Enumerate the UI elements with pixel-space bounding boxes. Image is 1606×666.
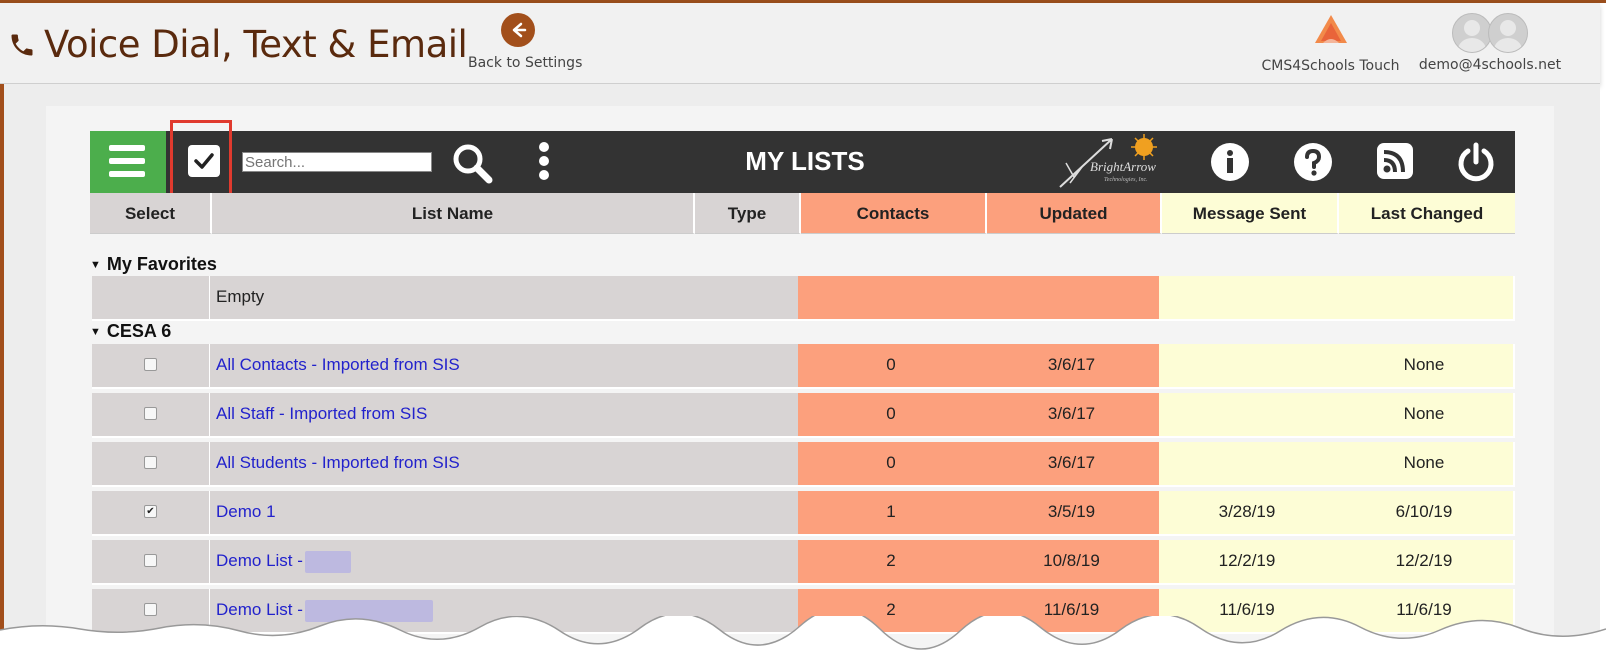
updated-date: 3/6/17 (984, 393, 1161, 438)
list-type (691, 344, 800, 389)
list-name-link[interactable]: All Staff - Imported from SIS (216, 404, 427, 423)
last-changed-date: 12/2/19 (1335, 540, 1515, 585)
cms4schools-touch-label: CMS4Schools Touch (1261, 58, 1400, 74)
contacts-count: 2 (798, 540, 986, 585)
phone-icon (11, 34, 33, 56)
contacts-count: 0 (798, 344, 986, 389)
table-row: Demo List - 2 10/8/19 12/2/19 12/2/19 (90, 540, 1515, 587)
updated-date: 3/5/19 (984, 491, 1161, 536)
caret-down-icon: ▼ (90, 259, 101, 271)
table-header: Select List Name Type Contacts Updated M… (90, 193, 1515, 235)
row-checkbox[interactable] (144, 358, 157, 372)
user-email-label: demo@4schools.net (1418, 57, 1562, 73)
row-checkbox[interactable] (144, 554, 157, 568)
cms4schools-touch-link[interactable]: CMS4Schools Touch (1258, 13, 1403, 74)
column-header-last-changed[interactable]: Last Changed (1339, 193, 1515, 234)
contacts-count: 1 (798, 491, 986, 536)
caret-down-icon: ▼ (90, 326, 101, 338)
list-type (691, 393, 800, 438)
back-to-settings-label: Back to Settings (468, 55, 583, 71)
contacts-count: 0 (798, 393, 986, 438)
avatar (1450, 13, 1530, 53)
logo-text: BrightArrow (1090, 159, 1156, 174)
table-row: ✔ Demo 1 1 3/5/19 3/28/19 6/10/19 (90, 491, 1515, 538)
updated-date: 10/8/19 (984, 540, 1161, 585)
updated-date: 3/6/17 (984, 344, 1161, 389)
list-type (691, 540, 800, 585)
row-checkbox[interactable] (144, 456, 157, 470)
hamburger-icon (109, 145, 145, 151)
cms4schools-logo-icon (1314, 15, 1347, 43)
table-row: All Students - Imported from SIS 0 3/6/1… (90, 442, 1515, 489)
list-name-link[interactable]: Demo List - (216, 551, 303, 570)
table-row: All Contacts - Imported from SIS 0 3/6/1… (90, 344, 1515, 391)
group-name: CESA 6 (106, 321, 172, 341)
help-icon[interactable] (1293, 142, 1333, 182)
search-icon[interactable] (450, 141, 494, 185)
arrow-left-icon (501, 13, 535, 47)
message-sent-date: 12/2/19 (1159, 540, 1337, 585)
last-changed-date: None (1335, 344, 1515, 389)
back-to-settings-button[interactable]: Back to Settings (468, 13, 583, 71)
message-sent-date (1159, 393, 1337, 438)
my-lists-title: MY LISTS (745, 146, 865, 176)
row-checkbox[interactable] (144, 407, 157, 421)
list-type (691, 442, 800, 487)
column-header-list-name[interactable]: List Name (212, 193, 695, 234)
group-header-cesa-6[interactable]: ▼ CESA 6 (90, 321, 171, 345)
group-header-my-favorites[interactable]: ▼ My Favorites (90, 254, 217, 278)
message-sent-date (1159, 344, 1337, 389)
redacted-text (304, 550, 351, 573)
vertical-dots-icon[interactable] (534, 141, 554, 183)
logo-subtext: Technologies, Inc. (1104, 177, 1148, 183)
updated-date: 3/6/17 (984, 442, 1161, 487)
message-sent-date (1159, 442, 1337, 487)
column-header-type[interactable]: Type (695, 193, 801, 234)
info-icon[interactable] (1210, 142, 1250, 182)
last-changed-date: None (1335, 393, 1515, 438)
rss-icon[interactable] (1376, 142, 1414, 180)
select-all-highlight-box (170, 120, 232, 196)
list-name-link[interactable]: All Students - Imported from SIS (216, 453, 460, 472)
brightarrow-logo-icon: BrightArrow Technologies, Inc. (1059, 134, 1157, 188)
hamburger-menu-button[interactable] (90, 131, 166, 193)
group-name: My Favorites (106, 254, 217, 274)
empty-text: Empty (216, 287, 265, 306)
column-header-contacts[interactable]: Contacts (801, 193, 987, 234)
message-sent-date: 3/28/19 (1159, 491, 1337, 536)
table-row: Empty (90, 276, 1515, 323)
column-header-updated[interactable]: Updated (987, 193, 1162, 234)
page-title: Voice Dial, Text & Email (44, 23, 468, 66)
row-checkbox-checked[interactable]: ✔ (144, 505, 157, 519)
list-name-link[interactable]: All Contacts - Imported from SIS (216, 355, 460, 374)
list-name-link[interactable]: Demo 1 (216, 502, 276, 521)
app-header: Voice Dial, Text & Email Back to Setting… (0, 3, 1600, 84)
user-account[interactable]: demo@4schools.net (1415, 13, 1565, 73)
list-type (691, 491, 800, 536)
row-checkbox[interactable] (144, 603, 157, 617)
torn-edge-decoration (0, 616, 1606, 666)
table-row: All Staff - Imported from SIS 0 3/6/17 N… (90, 393, 1515, 440)
last-changed-date: 6/10/19 (1335, 491, 1515, 536)
last-changed-date: None (1335, 442, 1515, 487)
column-header-select[interactable]: Select (90, 193, 212, 234)
my-lists-toolbar: MY LISTS BrightArrow Technologies, Inc. (90, 131, 1515, 193)
column-header-message-sent[interactable]: Message Sent (1162, 193, 1339, 234)
contacts-count: 0 (798, 442, 986, 487)
power-icon[interactable] (1455, 142, 1497, 184)
search-input[interactable] (242, 152, 432, 172)
